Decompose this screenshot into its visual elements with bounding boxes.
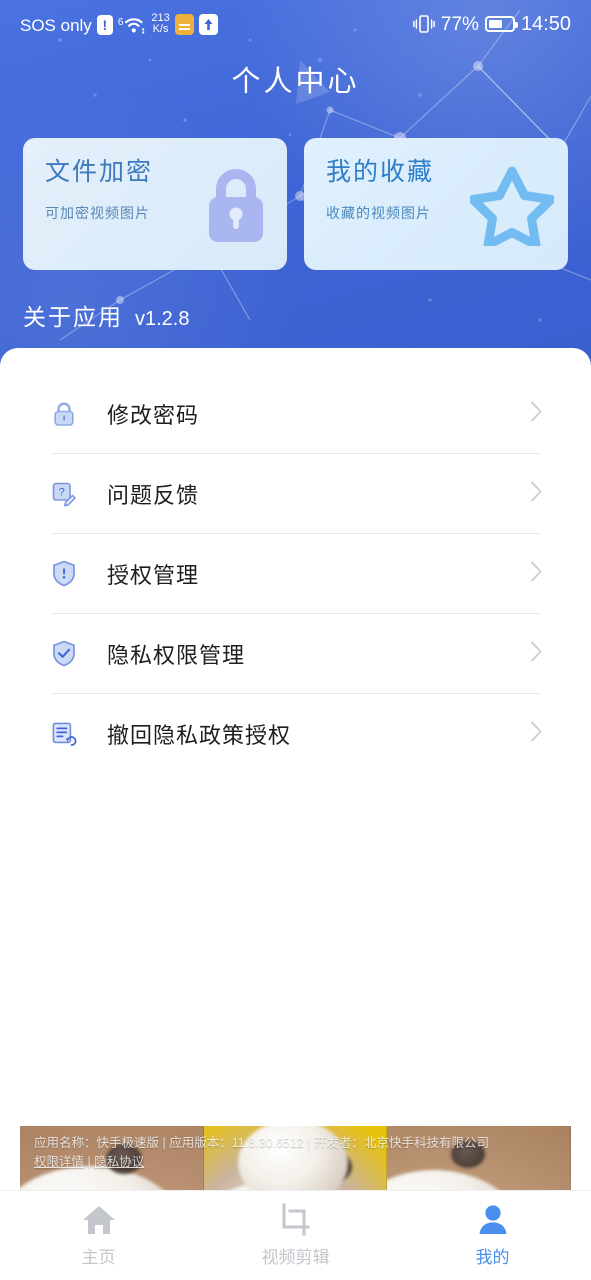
ad-link-sep: |: [84, 1155, 95, 1170]
chevron-right-icon: [530, 640, 543, 667]
settings-item-authorization[interactable]: 授权管理: [0, 534, 591, 613]
settings-item-label: 问题反馈: [107, 482, 200, 508]
ad-app-info: 应用名称：快手极速版 | 应用版本：11.8.30.6512 | 开发者：北京快…: [34, 1134, 557, 1173]
settings-item-change-password[interactable]: 修改密码: [0, 374, 591, 453]
ad-app-info-links: 权限详情 | 隐私协议: [34, 1153, 557, 1172]
network-gen-label: 6: [117, 17, 124, 28]
feature-card-row: 文件加密 可加密视频图片 我的收藏 收藏的视频图片: [23, 138, 568, 270]
battery-icon: [484, 16, 518, 32]
folder-icon: [174, 14, 194, 35]
nav-item-label: 我的: [475, 1248, 510, 1267]
wifi-group: 6: [118, 16, 147, 35]
nav-item-mine[interactable]: 我的: [394, 1203, 591, 1268]
wifi-icon: [125, 18, 145, 34]
network-speed: 213 K/s: [151, 13, 169, 35]
ad-privacy-link[interactable]: 隐私协议: [94, 1155, 144, 1169]
phone-screen: SOS only ! 6 213 K/s 77% 14:50 个人中心 文件加密…: [0, 0, 591, 1280]
nav-item-home[interactable]: 主页: [0, 1203, 197, 1268]
about-app-version: v1.2.8: [135, 308, 190, 330]
nav-item-label: 视频剪辑: [261, 1248, 330, 1267]
page-title: 个人中心: [231, 66, 360, 98]
battery-percent: 77%: [440, 13, 479, 35]
home-icon: [82, 1206, 115, 1234]
star-outline-icon: [468, 164, 556, 251]
lock-icon: [51, 401, 77, 427]
nav-item-video-edit[interactable]: 视频剪辑: [197, 1203, 394, 1268]
vibrate-icon: [413, 15, 435, 33]
settings-item-feedback[interactable]: ? 问题反馈: [0, 454, 591, 533]
network-speed-unit: K/s: [152, 23, 169, 35]
person-icon: [479, 1205, 506, 1234]
chevron-right-icon: [530, 720, 543, 747]
document-revoke-icon: [51, 721, 77, 747]
content-sheet: 修改密码 ? 问题反馈 授权管理 隐私权限管理 撤回隐私政策授权 应用名称：快手…: [0, 348, 591, 1280]
settings-item-label: 授权管理: [107, 562, 200, 588]
upload-arrow-icon: [198, 14, 218, 35]
settings-item-label: 隐私权限管理: [107, 642, 246, 668]
about-app-row: 关于应用 v1.2.8: [23, 298, 189, 332]
settings-item-label: 撤回隐私政策授权: [107, 722, 292, 748]
bottom-navigation: 主页 视频剪辑 我的: [0, 1190, 591, 1280]
settings-item-revoke-privacy[interactable]: 撤回隐私政策授权: [0, 694, 591, 773]
nav-item-label: 主页: [81, 1248, 116, 1267]
file-encryption-card[interactable]: 文件加密 可加密视频图片: [23, 138, 287, 270]
carrier-label: SOS only: [20, 16, 92, 35]
warning-icon: !: [96, 15, 113, 35]
about-app-label: 关于应用: [23, 304, 123, 330]
my-favorites-card[interactable]: 我的收藏 收藏的视频图片: [304, 138, 568, 270]
settings-item-privacy-permissions[interactable]: 隐私权限管理: [0, 614, 591, 693]
settings-item-label: 修改密码: [107, 402, 200, 428]
lock-icon: [199, 164, 273, 251]
feedback-pencil-icon: ?: [51, 481, 77, 507]
svg-text:?: ?: [59, 486, 65, 498]
clock: 14:50: [520, 13, 571, 35]
ad-app-info-line: 应用名称：快手极速版 | 应用版本：11.8.30.6512 | 开发者：北京快…: [34, 1136, 489, 1150]
crop-icon: [282, 1203, 309, 1236]
ad-permissions-link[interactable]: 权限详情: [34, 1155, 84, 1169]
chevron-right-icon: [530, 480, 543, 507]
status-bar-right: 77% 14:50: [413, 14, 571, 34]
status-bar-left: SOS only ! 6 213 K/s: [20, 13, 218, 35]
shield-icon: [51, 560, 77, 587]
shield-check-icon: [51, 640, 77, 667]
chevron-right-icon: [530, 560, 543, 587]
settings-list: 修改密码 ? 问题反馈 授权管理 隐私权限管理 撤回隐私政策授权: [0, 348, 591, 773]
chevron-right-icon: [530, 400, 543, 427]
status-bar: SOS only ! 6 213 K/s 77% 14:50: [0, 0, 591, 48]
